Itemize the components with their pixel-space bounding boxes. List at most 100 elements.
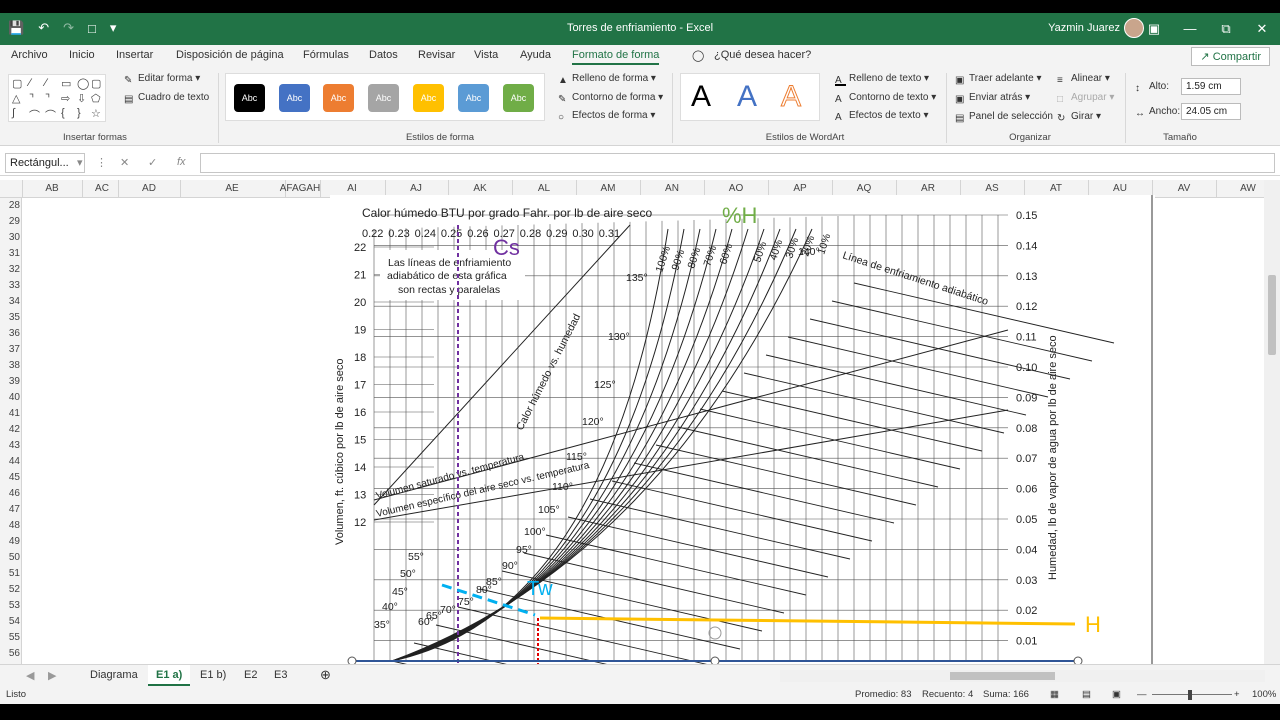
- tab-inicio[interactable]: Inicio: [69, 49, 95, 61]
- style-gold[interactable]: Abc: [413, 84, 444, 112]
- column-header[interactable]: AQ: [857, 183, 871, 194]
- zoom-slider[interactable]: [1152, 694, 1232, 695]
- arc-icon[interactable]: ⌒: [29, 107, 40, 123]
- column-header[interactable]: AK: [473, 183, 486, 194]
- shape-styles-gallery[interactable]: Abc Abc Abc Abc Abc Abc Abc: [225, 73, 545, 121]
- sheet-tab-e1b[interactable]: E1 b): [192, 665, 234, 686]
- cancel-icon[interactable]: ✕: [120, 156, 129, 169]
- next-sheet-icon[interactable]: ▶: [40, 665, 64, 686]
- tab-revisar[interactable]: Revisar: [418, 49, 455, 61]
- row-header[interactable]: 32: [0, 264, 20, 275]
- column-header[interactable]: AJ: [410, 183, 422, 194]
- row-header[interactable]: 43: [0, 440, 20, 451]
- shape-effects-button[interactable]: ○ Efectos de forma ▾: [558, 110, 655, 123]
- selection-pane-button[interactable]: ▤ Panel de selección: [955, 111, 1053, 124]
- style-black[interactable]: Abc: [234, 84, 265, 112]
- arc-icon[interactable]: ⌒: [45, 107, 56, 123]
- name-box[interactable]: Rectángul...: [5, 153, 85, 173]
- page-break-icon[interactable]: ▣: [1112, 689, 1121, 700]
- width-field[interactable]: 24.05 cm: [1181, 103, 1241, 120]
- tab-disposicion[interactable]: Disposición de página: [176, 49, 284, 61]
- row-header[interactable]: 47: [0, 504, 20, 515]
- elbow-icon[interactable]: ⌝: [29, 92, 34, 105]
- line-icon[interactable]: ∕: [29, 77, 31, 89]
- star-icon[interactable]: ☆: [91, 107, 101, 120]
- sheet-tab-diagrama[interactable]: Diagrama: [82, 665, 146, 686]
- column-header[interactable]: AB: [45, 183, 58, 194]
- align-button[interactable]: ≡ Alinear ▾: [1057, 73, 1110, 86]
- formula-input[interactable]: [200, 153, 1275, 173]
- psychrometric-chart[interactable]: Calor húmedo BTU por grado Fahr. por lb …: [330, 195, 1155, 665]
- row-header[interactable]: 35: [0, 312, 20, 323]
- style-blue[interactable]: Abc: [279, 84, 310, 112]
- column-header[interactable]: AM: [601, 183, 616, 194]
- wordart-black[interactable]: A: [691, 80, 711, 114]
- elbow-icon[interactable]: ⌝: [45, 92, 50, 105]
- tab-ayuda[interactable]: Ayuda: [520, 49, 551, 61]
- zoom-out-icon[interactable]: —: [1137, 689, 1147, 700]
- wordart-blue[interactable]: A: [737, 80, 757, 114]
- tab-vista[interactable]: Vista: [474, 49, 498, 61]
- tab-formato-forma[interactable]: Formato de forma: [572, 49, 660, 65]
- page-layout-icon[interactable]: ▤: [1082, 689, 1091, 700]
- row-header[interactable]: 54: [0, 616, 20, 627]
- row-header[interactable]: 31: [0, 248, 20, 259]
- group-button[interactable]: □ Agrupar ▾: [1057, 92, 1114, 105]
- column-header[interactable]: AS: [985, 183, 998, 194]
- row-header[interactable]: 52: [0, 584, 20, 595]
- triangle-icon[interactable]: △: [12, 92, 20, 105]
- rotate-button[interactable]: ↻ Girar ▾: [1057, 111, 1101, 124]
- shape-fill-button[interactable]: ▲ Relleno de forma ▾: [558, 73, 656, 86]
- bring-forward-button[interactable]: ▣ Traer adelante ▾: [955, 73, 1041, 86]
- zoom-slider-thumb[interactable]: [1188, 690, 1192, 700]
- tab-formulas[interactable]: Fórmulas: [303, 49, 349, 61]
- arrow-down-icon[interactable]: ⇩: [77, 92, 86, 105]
- shape-icon[interactable]: ▢: [12, 77, 22, 90]
- row-header[interactable]: 44: [0, 456, 20, 467]
- tab-datos[interactable]: Datos: [369, 49, 398, 61]
- ribbon-display-icon[interactable]: ▣: [1136, 13, 1172, 45]
- style-lightblue[interactable]: Abc: [458, 84, 489, 112]
- row-header[interactable]: 36: [0, 328, 20, 339]
- row-header[interactable]: 40: [0, 392, 20, 403]
- sheet-tab-e2[interactable]: E2: [236, 665, 265, 686]
- column-header[interactable]: AD: [142, 183, 156, 194]
- zoom-level[interactable]: 100%: [1252, 689, 1276, 700]
- minimize-icon[interactable]: —: [1172, 13, 1208, 45]
- column-header[interactable]: AN: [665, 183, 679, 194]
- curve-icon[interactable]: ∫: [12, 107, 15, 119]
- user-name[interactable]: Yazmin Juarez: [1048, 22, 1120, 34]
- close-icon[interactable]: ✕: [1244, 13, 1280, 45]
- line-icon[interactable]: ∕: [45, 77, 47, 89]
- column-header[interactable]: AP: [793, 183, 806, 194]
- column-header[interactable]: AI: [347, 183, 356, 194]
- row-header[interactable]: 53: [0, 600, 20, 611]
- tab-insertar[interactable]: Insertar: [116, 49, 153, 61]
- text-outline-button[interactable]: A Contorno de texto ▾: [835, 92, 936, 105]
- pentagon-icon[interactable]: ⬠: [91, 92, 101, 105]
- insert-function-icon[interactable]: fx: [177, 156, 186, 168]
- row-header[interactable]: 33: [0, 280, 20, 291]
- send-backward-button[interactable]: ▣ Enviar atrás ▾: [955, 92, 1030, 105]
- row-header[interactable]: 48: [0, 520, 20, 531]
- column-header[interactable]: AV: [1178, 183, 1191, 194]
- column-header[interactable]: AR: [921, 183, 935, 194]
- column-header[interactable]: AU: [1113, 183, 1127, 194]
- style-green[interactable]: Abc: [503, 84, 534, 112]
- row-header[interactable]: 29: [0, 216, 20, 227]
- shape-outline-button[interactable]: ✎ Contorno de forma ▾: [558, 92, 663, 105]
- vertical-scrollbar[interactable]: [1264, 180, 1280, 665]
- share-button[interactable]: ↗ Compartir: [1191, 47, 1270, 66]
- column-header[interactable]: AL: [538, 183, 550, 194]
- zoom-in-icon[interactable]: +: [1234, 689, 1240, 700]
- hscroll-thumb[interactable]: [950, 672, 1055, 680]
- column-header[interactable]: AO: [729, 183, 743, 194]
- row-header[interactable]: 45: [0, 472, 20, 483]
- brace-icon[interactable]: {: [61, 107, 65, 119]
- column-header[interactable]: AE: [225, 183, 238, 194]
- vscroll-thumb[interactable]: [1268, 275, 1276, 355]
- row-header[interactable]: 28: [0, 200, 20, 211]
- column-header[interactable]: AC: [95, 183, 109, 194]
- restore-icon[interactable]: ⧉: [1208, 13, 1244, 45]
- rounded-rect-icon[interactable]: ▢: [91, 77, 101, 90]
